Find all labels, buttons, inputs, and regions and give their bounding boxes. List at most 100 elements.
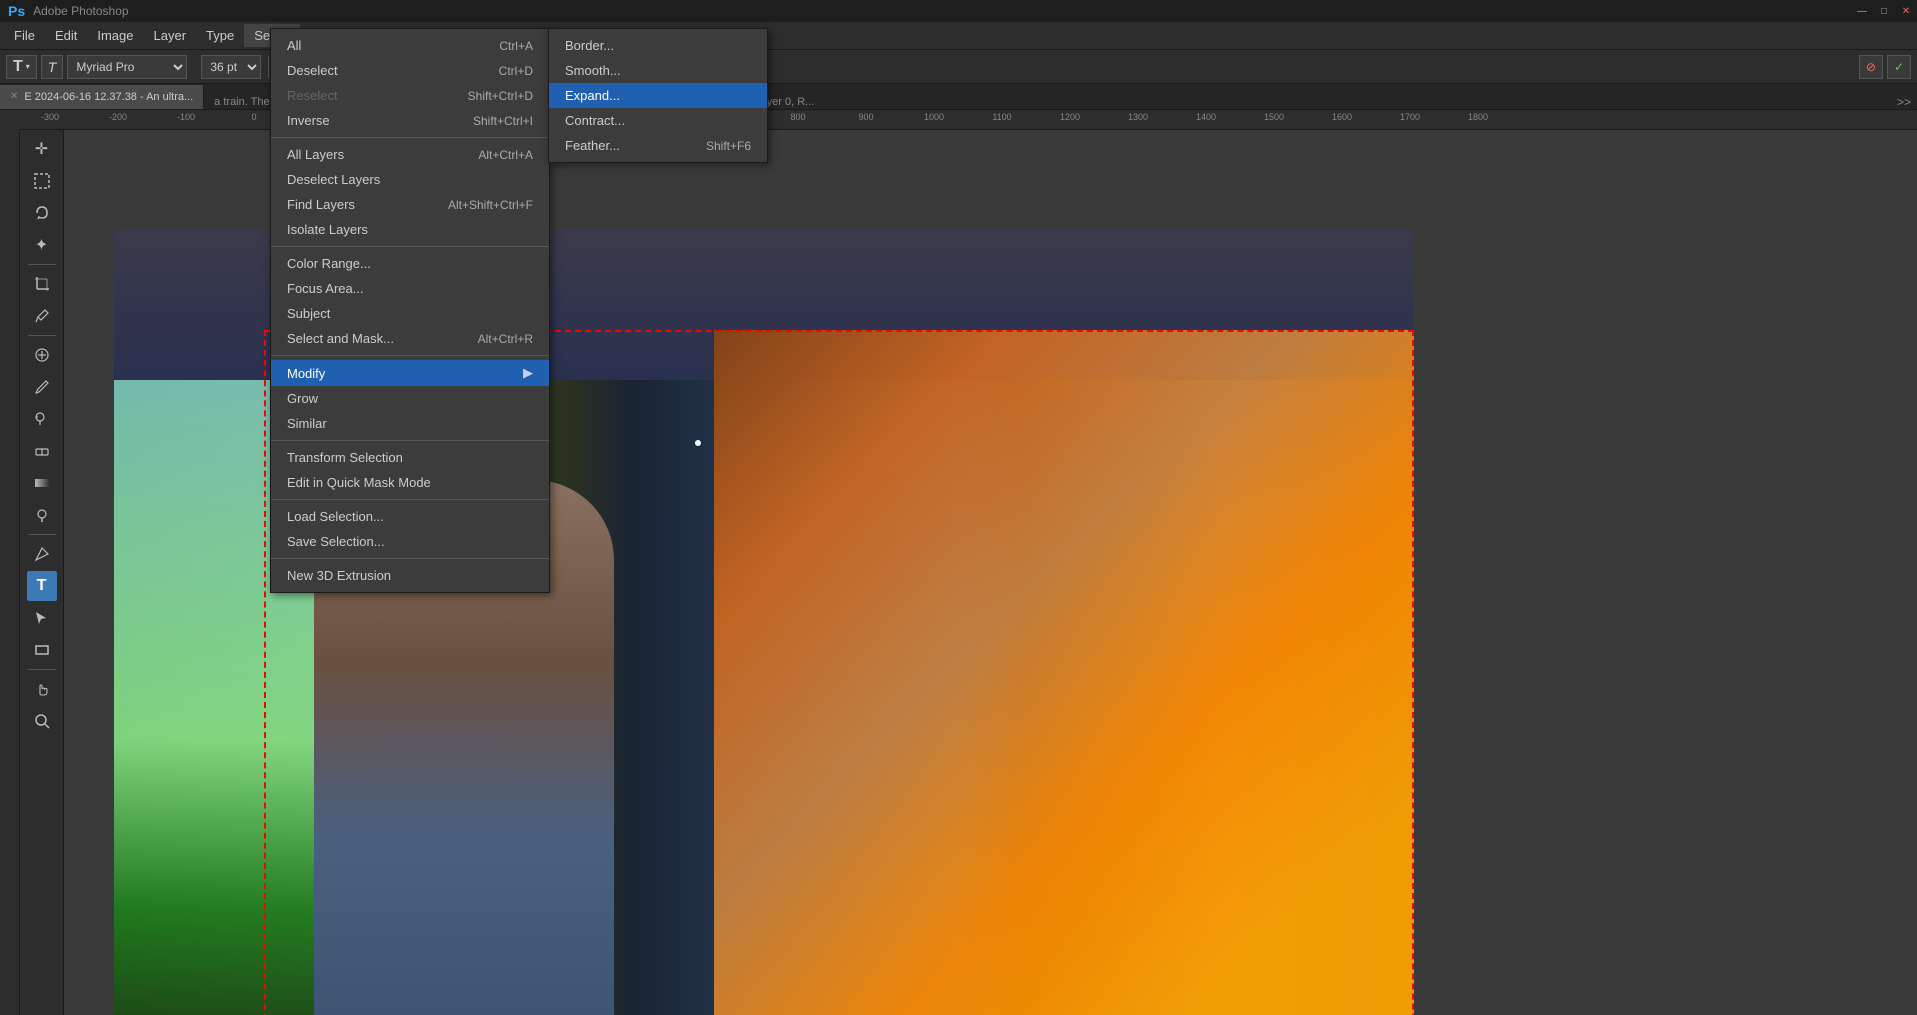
submenu-contract[interactable]: Contract... — [549, 108, 767, 133]
menu-similar[interactable]: Similar — [271, 411, 549, 436]
menu-grow[interactable]: Grow — [271, 386, 549, 411]
text-tool[interactable]: T — [27, 571, 57, 601]
submenu-border[interactable]: Border... — [549, 33, 767, 58]
crop-icon — [33, 275, 51, 293]
menu-all[interactable]: All Ctrl+A — [271, 33, 549, 58]
tool-divider-2 — [28, 335, 56, 336]
path-select-tool[interactable] — [27, 603, 57, 633]
title-bar-controls: — □ ✕ — [1851, 0, 1917, 22]
menu-focus-area-label: Focus Area... — [287, 281, 364, 296]
crop-tool[interactable] — [27, 269, 57, 299]
ruler-label: 1000 — [924, 112, 944, 122]
eraser-icon — [33, 442, 51, 460]
tab-title: E 2024-06-16 12.37.38 - An ultra... — [24, 91, 193, 103]
menu-deselect-layers[interactable]: Deselect Layers — [271, 167, 549, 192]
ruler-vertical — [0, 130, 20, 1015]
menu-select-mask-label: Select and Mask... — [287, 331, 394, 346]
menu-isolate-layers[interactable]: Isolate Layers — [271, 217, 549, 242]
move-tool[interactable]: ✛ — [27, 134, 57, 164]
font-size-select[interactable]: 36 pt — [201, 55, 261, 79]
menu-group-1: All Ctrl+A Deselect Ctrl+D Reselect Shif… — [271, 29, 549, 138]
menu-select-mask[interactable]: Select and Mask... Alt+Ctrl+R — [271, 326, 549, 351]
menu-deselect-shortcut: Ctrl+D — [499, 64, 533, 78]
menu-subject[interactable]: Subject — [271, 301, 549, 326]
ruler-label: 1200 — [1060, 112, 1080, 122]
menu-new-3d-label: New 3D Extrusion — [287, 568, 391, 583]
maximize-button[interactable]: □ — [1873, 0, 1895, 22]
brush-tool[interactable] — [27, 372, 57, 402]
commit-btn[interactable]: ✓ — [1887, 55, 1911, 79]
menu-load-selection-label: Load Selection... — [287, 509, 384, 524]
healing-brush-tool[interactable] — [27, 340, 57, 370]
menu-similar-label: Similar — [287, 416, 327, 431]
ruler-label: 1700 — [1400, 112, 1420, 122]
menu-inverse-shortcut: Shift+Ctrl+I — [473, 114, 533, 128]
eraser-tool[interactable] — [27, 436, 57, 466]
path-select-icon — [33, 609, 51, 627]
ruler-label: 1600 — [1332, 112, 1352, 122]
menu-new-3d[interactable]: New 3D Extrusion — [271, 563, 549, 588]
rectangle-tool[interactable] — [27, 635, 57, 665]
ruler-label: -300 — [41, 112, 59, 122]
lasso-tool[interactable] — [27, 198, 57, 228]
text-icon: T — [37, 577, 47, 595]
ruler-label: 900 — [858, 112, 873, 122]
menu-save-selection[interactable]: Save Selection... — [271, 529, 549, 554]
menu-quick-mask[interactable]: Edit in Quick Mask Mode — [271, 470, 549, 495]
font-icon-btn[interactable]: T ▾ — [6, 55, 37, 79]
font-style-btn[interactable]: T — [41, 55, 64, 79]
app-logo: Ps — [8, 3, 25, 19]
menu-inverse[interactable]: Inverse Shift+Ctrl+I — [271, 108, 549, 133]
menu-group-3: Color Range... Focus Area... Subject Sel… — [271, 247, 549, 356]
magic-wand-tool[interactable]: ✦ — [27, 230, 57, 260]
ruler-label: 0 — [251, 112, 256, 122]
clone-stamp-tool[interactable] — [27, 404, 57, 434]
menu-find-layers[interactable]: Find Layers Alt+Shift+Ctrl+F — [271, 192, 549, 217]
menu-transform-selection[interactable]: Transform Selection — [271, 445, 549, 470]
title-bar: Ps Adobe Photoshop — □ ✕ — [0, 0, 1917, 22]
menu-group-2: All Layers Alt+Ctrl+A Deselect Layers Fi… — [271, 138, 549, 247]
document-tab[interactable]: ✕ E 2024-06-16 12.37.38 - An ultra... — [0, 85, 204, 109]
ruler-label: 1500 — [1264, 112, 1284, 122]
menu-save-selection-label: Save Selection... — [287, 534, 385, 549]
menu-color-range-label: Color Range... — [287, 256, 371, 271]
submenu-feather[interactable]: Feather... Shift+F6 — [549, 133, 767, 158]
menu-file[interactable]: File — [4, 24, 45, 47]
menu-all-layers[interactable]: All Layers Alt+Ctrl+A — [271, 142, 549, 167]
menu-edit[interactable]: Edit — [45, 24, 87, 47]
menu-deselect[interactable]: Deselect Ctrl+D — [271, 58, 549, 83]
modify-submenu: Border... Smooth... Expand... Contract..… — [548, 28, 768, 163]
close-button[interactable]: ✕ — [1895, 0, 1917, 22]
menu-color-range[interactable]: Color Range... — [271, 251, 549, 276]
tool-divider-1 — [28, 264, 56, 265]
menu-find-layers-label: Find Layers — [287, 197, 355, 212]
minimize-button[interactable]: — — [1851, 0, 1873, 22]
menu-group-4: Modify ▶ Grow Similar — [271, 356, 549, 441]
submenu-expand[interactable]: Expand... — [549, 83, 767, 108]
menu-image[interactable]: Image — [87, 24, 143, 47]
menu-type[interactable]: Type — [196, 24, 244, 47]
menu-layer[interactable]: Layer — [144, 24, 197, 47]
tab-close-icon[interactable]: ✕ — [10, 91, 18, 102]
eyedropper-tool[interactable] — [27, 301, 57, 331]
clone-icon — [33, 410, 51, 428]
menu-modify[interactable]: Modify ▶ — [271, 360, 549, 386]
menu-load-selection[interactable]: Load Selection... — [271, 504, 549, 529]
cancel-btn[interactable]: ⊘ — [1859, 55, 1883, 79]
menu-all-label: All — [287, 38, 301, 53]
menu-deselect-label: Deselect — [287, 63, 338, 78]
hand-tool[interactable] — [27, 674, 57, 704]
dodge-tool[interactable] — [27, 500, 57, 530]
font-family-select[interactable]: Myriad Pro — [67, 55, 187, 79]
more-tabs-icon[interactable]: >> — [1897, 95, 1911, 109]
submenu-expand-label: Expand... — [565, 88, 620, 103]
menu-focus-area[interactable]: Focus Area... — [271, 276, 549, 301]
menu-find-layers-shortcut: Alt+Shift+Ctrl+F — [448, 198, 533, 212]
zoom-tool[interactable] — [27, 706, 57, 736]
menu-grow-label: Grow — [287, 391, 318, 406]
marquee-tool[interactable] — [27, 166, 57, 196]
submenu-smooth[interactable]: Smooth... — [549, 58, 767, 83]
marquee-icon — [33, 172, 51, 190]
gradient-tool[interactable] — [27, 468, 57, 498]
pen-tool[interactable] — [27, 539, 57, 569]
